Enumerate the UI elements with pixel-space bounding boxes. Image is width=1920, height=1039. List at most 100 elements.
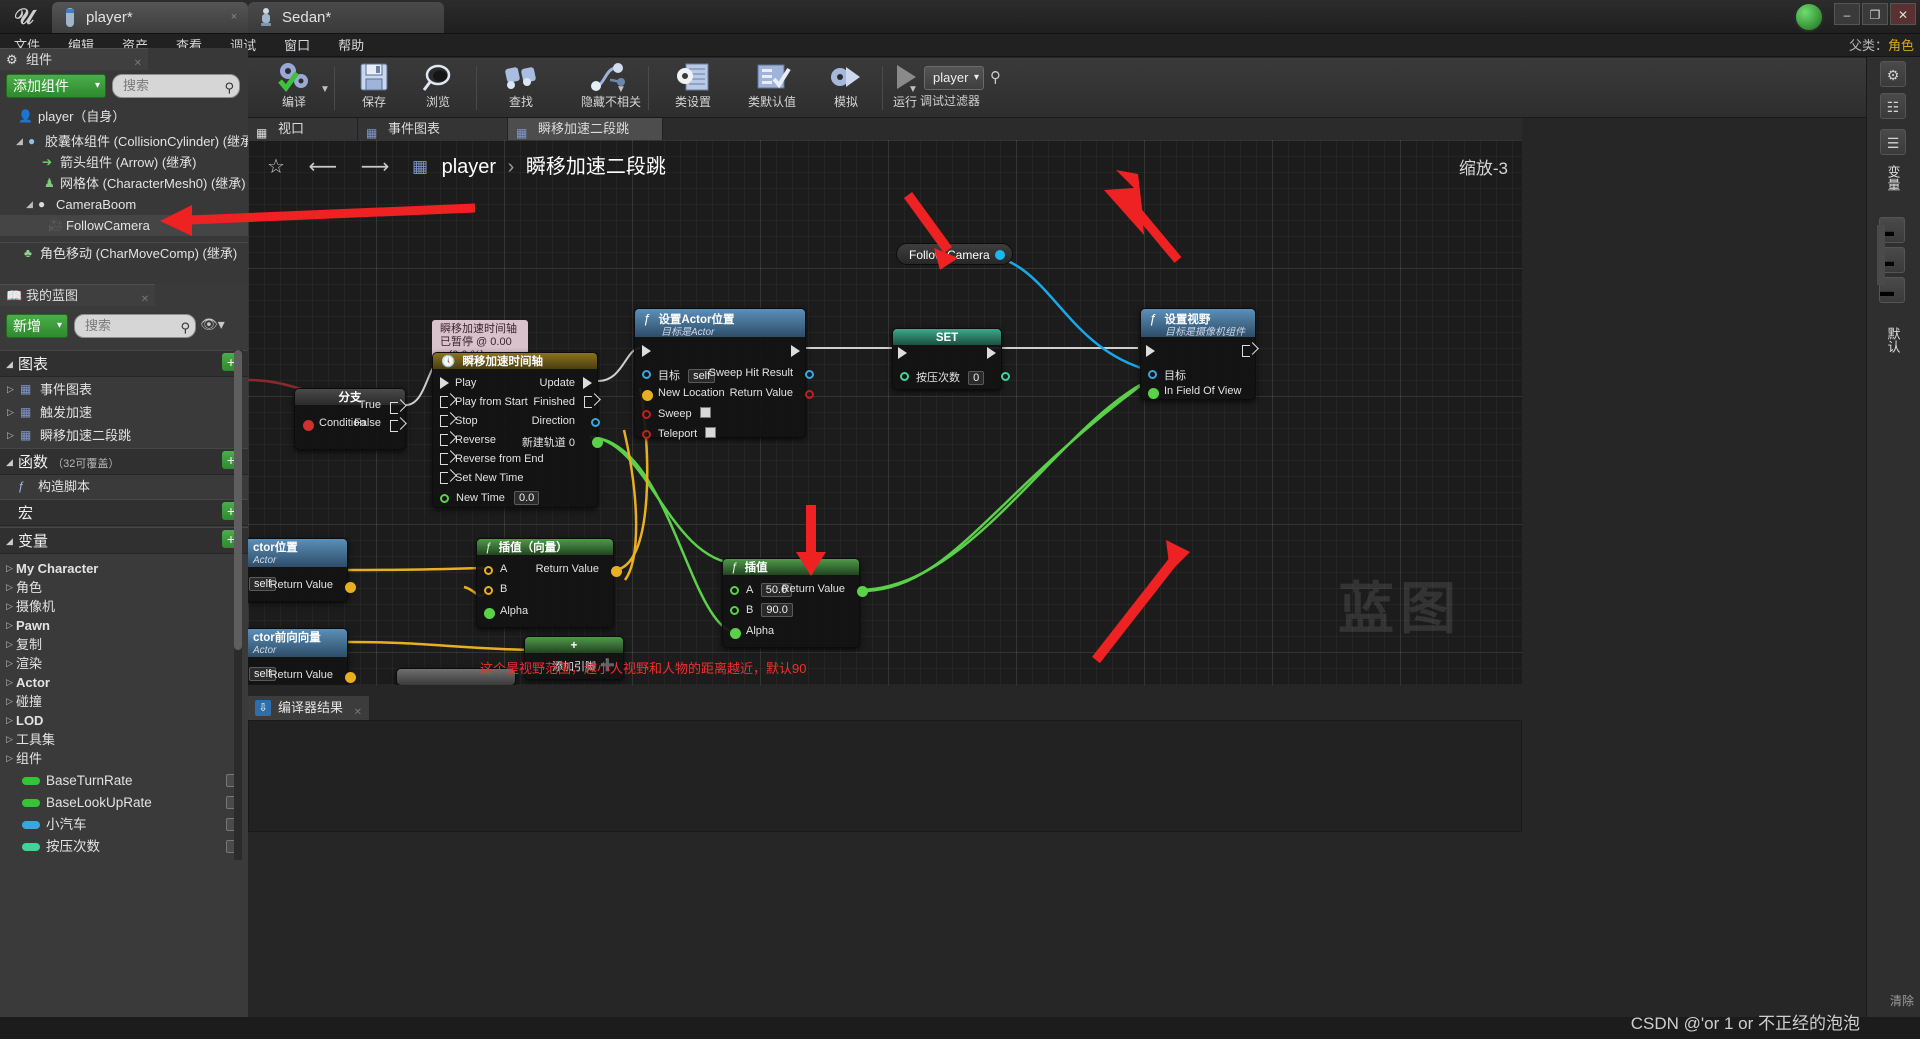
- sweep-checkbox[interactable]: [699, 407, 711, 418]
- pin-lerpf-b-value[interactable]: 90.0: [761, 603, 793, 617]
- variable-category-mycharacter[interactable]: ▷ My Character: [0, 558, 248, 579]
- component-row-charactermesh[interactable]: ♟ 网格体 (CharacterMesh0) (继承): [0, 173, 248, 194]
- pin-reverse[interactable]: Reverse: [455, 434, 496, 446]
- component-row-player[interactable]: 👤 player（自身）: [0, 106, 248, 127]
- node-timeline[interactable]: 🕔 瞬移加速时间轴 Play Update Play from Start Fi…: [432, 352, 603, 508]
- minimize-button[interactable]: –: [1834, 3, 1860, 25]
- node-set[interactable]: SET 按压次数 0: [892, 328, 1010, 390]
- window-tab-sedan[interactable]: Sedan*: [248, 2, 444, 33]
- section-graphs[interactable]: ◢ 图表 +: [0, 350, 248, 377]
- variable-row-car[interactable]: 小汽车: [0, 814, 248, 836]
- node-follow-camera[interactable]: Follow Camera: [896, 243, 1013, 265]
- expand-arrow-icon[interactable]: ◢: [6, 528, 13, 555]
- node-lerp-float[interactable]: ƒ 插值 A 50.0 Return Value B 90.0 Alpha: [722, 558, 868, 648]
- pin-lerpv-b[interactable]: B: [484, 583, 507, 595]
- variable-category-pawn[interactable]: ▷ Pawn: [0, 615, 248, 636]
- close-button[interactable]: ✕: [1890, 3, 1916, 25]
- component-row-arrow[interactable]: ➔ 箭头组件 (Arrow) (继承): [0, 152, 248, 173]
- window-tab-player-close[interactable]: ×: [228, 11, 240, 23]
- save-button[interactable]: 保存: [344, 60, 404, 116]
- variable-row-presscount[interactable]: 按压次数: [0, 836, 248, 858]
- pin-finished[interactable]: Finished: [533, 396, 575, 408]
- blueprint-scrollbar-thumb[interactable]: [234, 350, 242, 650]
- pin-lerpf-b[interactable]: B 90.0: [730, 603, 793, 617]
- pin-gal-return[interactable]: Return Value: [270, 579, 333, 591]
- blueprint-graph-canvas[interactable]: ☆ ⟵ ⟶ ▦ player › 瞬移加速二段跳 缩放-3 蓝图 分支 Cond…: [248, 140, 1522, 685]
- tab-viewport[interactable]: ▦ 视口: [248, 118, 358, 140]
- hide-unrelated-button[interactable]: 隐藏不相关: [556, 60, 666, 116]
- close-icon[interactable]: ✕: [141, 289, 149, 311]
- expand-arrow-icon[interactable]: ▷: [6, 596, 13, 617]
- compile-dropdown-chevron-down-icon[interactable]: ▼: [320, 84, 330, 95]
- expand-arrow-icon[interactable]: ▷: [6, 672, 13, 693]
- expand-arrow-icon[interactable]: ▷: [6, 634, 13, 655]
- variable-row-baselookuprate[interactable]: BaseLookUpRate: [0, 792, 248, 814]
- expand-arrow-icon[interactable]: ▷: [6, 577, 13, 598]
- variable-category-replication[interactable]: ▷ 复制: [0, 634, 248, 655]
- compiler-results-body[interactable]: [248, 720, 1522, 832]
- node-set-actor-location[interactable]: ƒ 设置Actor位置 目标是Actor 目标 self Sweep Hit R…: [634, 308, 814, 440]
- expand-arrow-icon[interactable]: ▷: [7, 379, 14, 400]
- pin-lerpv-a[interactable]: A: [484, 563, 507, 575]
- menu-item-help[interactable]: 帮助: [324, 34, 378, 57]
- pin-new-track[interactable]: 新建轨道 0: [522, 434, 575, 450]
- expand-arrow-icon[interactable]: ▷: [6, 653, 13, 674]
- variable-category-rendering[interactable]: ▷ 渲染: [0, 653, 248, 674]
- component-row-charmovecomp[interactable]: ♣ 角色移动 (CharMoveComp) (继承): [0, 242, 248, 263]
- compiler-results-tab[interactable]: ⇩ 编译器结果 ✕: [248, 696, 370, 720]
- components-search-input[interactable]: 搜索 ⚲: [112, 74, 240, 98]
- follow-camera-output-pin[interactable]: [994, 250, 1005, 260]
- rail-item-variables[interactable]: 变量: [1868, 165, 1918, 194]
- debug-search-icon[interactable]: ⚲: [990, 68, 1001, 86]
- expand-arrow-icon[interactable]: ◢: [6, 449, 13, 476]
- rail-item-gear[interactable]: ⚙: [1868, 61, 1918, 87]
- variable-category-camera[interactable]: ▷ 摄像机: [0, 596, 248, 617]
- hide-unrelated-dropdown-chevron-down-icon[interactable]: ▼: [616, 84, 626, 95]
- variable-category-character[interactable]: ▷ 角色: [0, 577, 248, 598]
- expand-arrow-icon[interactable]: ▷: [6, 615, 13, 636]
- pin-false[interactable]: False: [354, 417, 381, 429]
- pin-direction[interactable]: Direction: [532, 415, 575, 427]
- expand-arrow-icon[interactable]: ◢: [6, 351, 13, 378]
- pin-reverse-from-end[interactable]: Reverse from End: [455, 453, 544, 465]
- tab-event-graph[interactable]: ▦ 事件图表: [358, 118, 508, 140]
- menu-item-window[interactable]: 窗口: [270, 34, 324, 57]
- add-new-button[interactable]: 新增: [6, 314, 68, 338]
- variable-category-collision[interactable]: ▷ 碰撞: [0, 691, 248, 712]
- pin-play-from-start[interactable]: Play from Start: [455, 396, 528, 408]
- function-item-construction-script[interactable]: ƒ 构造脚本: [0, 476, 248, 497]
- section-macros[interactable]: 宏 +: [0, 499, 248, 526]
- variable-category-components[interactable]: ▷ 组件: [0, 748, 248, 769]
- pin-lerpv-return[interactable]: Return Value: [536, 563, 599, 575]
- expand-arrow-icon[interactable]: ◢: [26, 194, 33, 215]
- section-variables[interactable]: ◢ 变量 +: [0, 527, 248, 554]
- class-settings-button[interactable]: 类设置: [658, 60, 728, 116]
- graph-item-teleport-doublejump[interactable]: ▷ ▦ 瞬移加速二段跳: [0, 425, 248, 446]
- expand-arrow-icon[interactable]: ▷: [7, 425, 14, 446]
- debug-object-combo[interactable]: player: [924, 66, 984, 90]
- pin-press-count[interactable]: 按压次数 0: [900, 369, 985, 385]
- expand-arrow-icon[interactable]: ▷: [6, 729, 13, 750]
- expand-arrow-icon[interactable]: ▷: [6, 558, 13, 579]
- pin-sweep[interactable]: Sweep: [642, 407, 711, 420]
- rail-item-defaults[interactable]: 默认: [1868, 327, 1918, 356]
- pin-update[interactable]: Update: [540, 377, 575, 389]
- pin-stop[interactable]: Stop: [455, 415, 478, 427]
- breadcrumb-root[interactable]: player: [442, 156, 496, 178]
- expand-arrow-icon[interactable]: ◢: [16, 131, 23, 152]
- node-set-field-of-view[interactable]: ƒ 设置视野 目标是摄像机组件 目标 In Field Of View: [1140, 308, 1256, 400]
- pin-lerpv-alpha[interactable]: Alpha: [484, 605, 528, 619]
- variable-category-utilities[interactable]: ▷ 工具集: [0, 729, 248, 750]
- pin-true[interactable]: True: [359, 399, 381, 411]
- find-button[interactable]: 查找: [488, 60, 554, 116]
- pin-fov-target[interactable]: 目标: [1148, 367, 1186, 383]
- maximize-button[interactable]: ❐: [1862, 3, 1888, 25]
- forward-arrow-icon[interactable]: ⟶: [352, 150, 399, 184]
- rail-item-world[interactable]: ☷: [1868, 93, 1918, 119]
- pin-in-field-of-view[interactable]: In Field Of View: [1148, 385, 1241, 399]
- pin-play[interactable]: Play: [455, 377, 476, 389]
- node-branch[interactable]: 分支 Condition True False: [294, 388, 406, 450]
- add-component-button[interactable]: 添加组件: [6, 74, 106, 98]
- class-defaults-button[interactable]: 类默认值: [730, 60, 814, 116]
- node-get-actor-forward-vector[interactable]: ctor前向向量 Actor self Return Value: [248, 628, 356, 685]
